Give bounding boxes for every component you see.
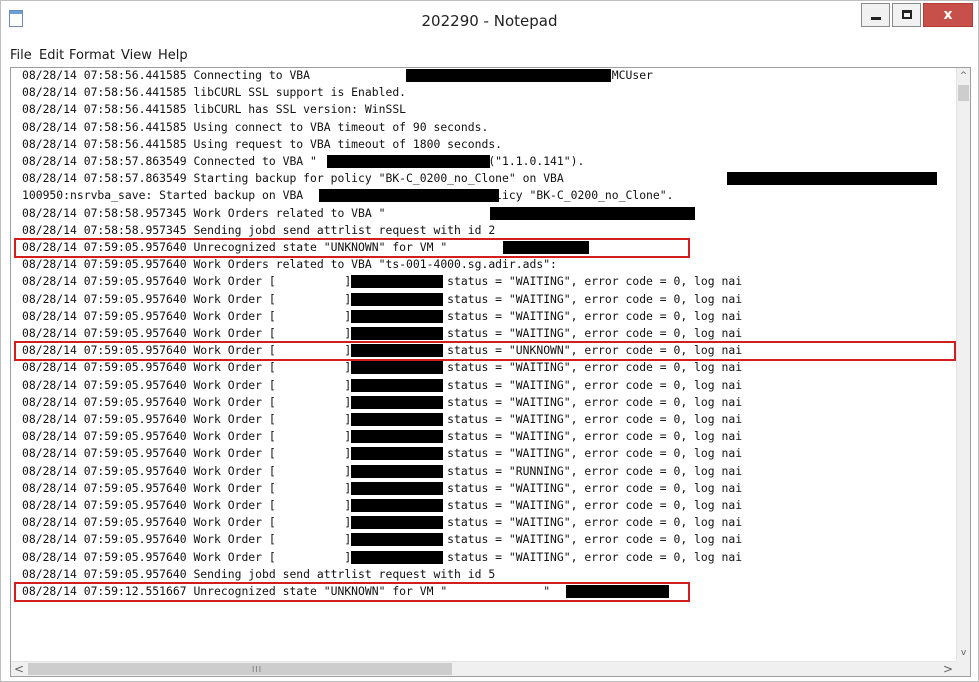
minimize-button[interactable]	[861, 3, 890, 27]
menu-format[interactable]: Format	[69, 48, 115, 64]
editor-frame: 08/28/14 07:58:56.441585 Connecting to V…	[10, 67, 971, 677]
redaction-block	[351, 464, 443, 478]
redaction-block	[351, 361, 443, 375]
redaction-block	[351, 292, 443, 306]
notepad-window: 202290 - Notepad x File Edit Format View…	[0, 0, 979, 682]
menu-help[interactable]: Help	[158, 48, 188, 64]
highlight-box	[14, 238, 690, 258]
highlight-box	[14, 582, 690, 602]
redaction-block	[351, 413, 443, 426]
close-button[interactable]: x	[923, 3, 973, 27]
scroll-up-icon[interactable]: ^	[957, 68, 970, 84]
redaction-block	[351, 275, 443, 289]
log-line: 08/28/14 07:58:56.441585 Using request t…	[22, 136, 503, 151]
redaction-block	[406, 69, 611, 82]
menu-file[interactable]: File	[10, 48, 32, 64]
close-icon: x	[943, 7, 953, 23]
log-line: 08/28/14 07:59:05.957640 Sending jobd se…	[22, 566, 496, 581]
menu-edit[interactable]: Edit	[39, 48, 64, 64]
redaction-block	[351, 327, 443, 340]
text-editor[interactable]: 08/28/14 07:58:56.441585 Connecting to V…	[11, 68, 956, 661]
menu-bar: File Edit Format View Help	[1, 46, 978, 66]
maximize-icon	[902, 10, 912, 19]
vertical-scroll-thumb[interactable]	[958, 85, 969, 101]
redaction-block	[351, 533, 443, 547]
redaction-block	[319, 189, 499, 203]
size-grip[interactable]	[956, 661, 970, 676]
redaction-block	[727, 172, 937, 186]
scroll-grip-icon: III	[252, 665, 263, 674]
redaction-block	[351, 309, 443, 323]
horizontal-scrollbar[interactable]: < III >	[11, 661, 956, 676]
horizontal-scroll-thumb[interactable]: III	[28, 663, 452, 675]
log-line: 08/28/14 07:58:58.957345 Sending jobd se…	[22, 222, 496, 237]
log-line: 08/28/14 07:58:56.441585 libCURL SSL sup…	[22, 85, 407, 100]
scroll-right-icon[interactable]: >	[940, 662, 956, 676]
title-bar[interactable]: 202290 - Notepad x	[1, 1, 978, 41]
log-line: 08/28/14 07:58:56.441585 libCURL has SSL…	[22, 102, 407, 117]
minimize-icon	[871, 17, 881, 20]
log-line: 08/28/14 07:58:57.863549 Starting backup…	[22, 171, 564, 186]
vertical-scrollbar[interactable]: ^ v	[956, 68, 970, 661]
redaction-block	[351, 378, 443, 392]
window-title: 202290 - Notepad	[421, 12, 558, 30]
redaction-block	[351, 447, 443, 461]
redaction-block	[351, 395, 443, 409]
log-line: 08/28/14 07:59:05.957640 Work Orders rel…	[22, 257, 557, 272]
redaction-block	[351, 550, 443, 564]
log-line: 08/28/14 07:58:57.863549 Connected to VB…	[22, 154, 585, 168]
redaction-block	[490, 206, 695, 220]
menu-view[interactable]: View	[121, 48, 152, 64]
scroll-left-icon[interactable]: <	[11, 662, 27, 676]
redaction-block	[351, 499, 443, 512]
redaction-block	[351, 430, 443, 444]
scroll-down-icon[interactable]: v	[957, 645, 970, 661]
log-line: 08/28/14 07:58:56.441585 Using connect t…	[22, 119, 489, 134]
log-line: 08/28/14 07:58:58.957345 Work Orders rel…	[22, 205, 557, 220]
redaction-block	[351, 516, 443, 530]
redaction-block	[351, 481, 443, 495]
redaction-block	[327, 155, 490, 168]
maximize-button[interactable]	[892, 3, 921, 27]
highlight-box	[14, 341, 956, 362]
